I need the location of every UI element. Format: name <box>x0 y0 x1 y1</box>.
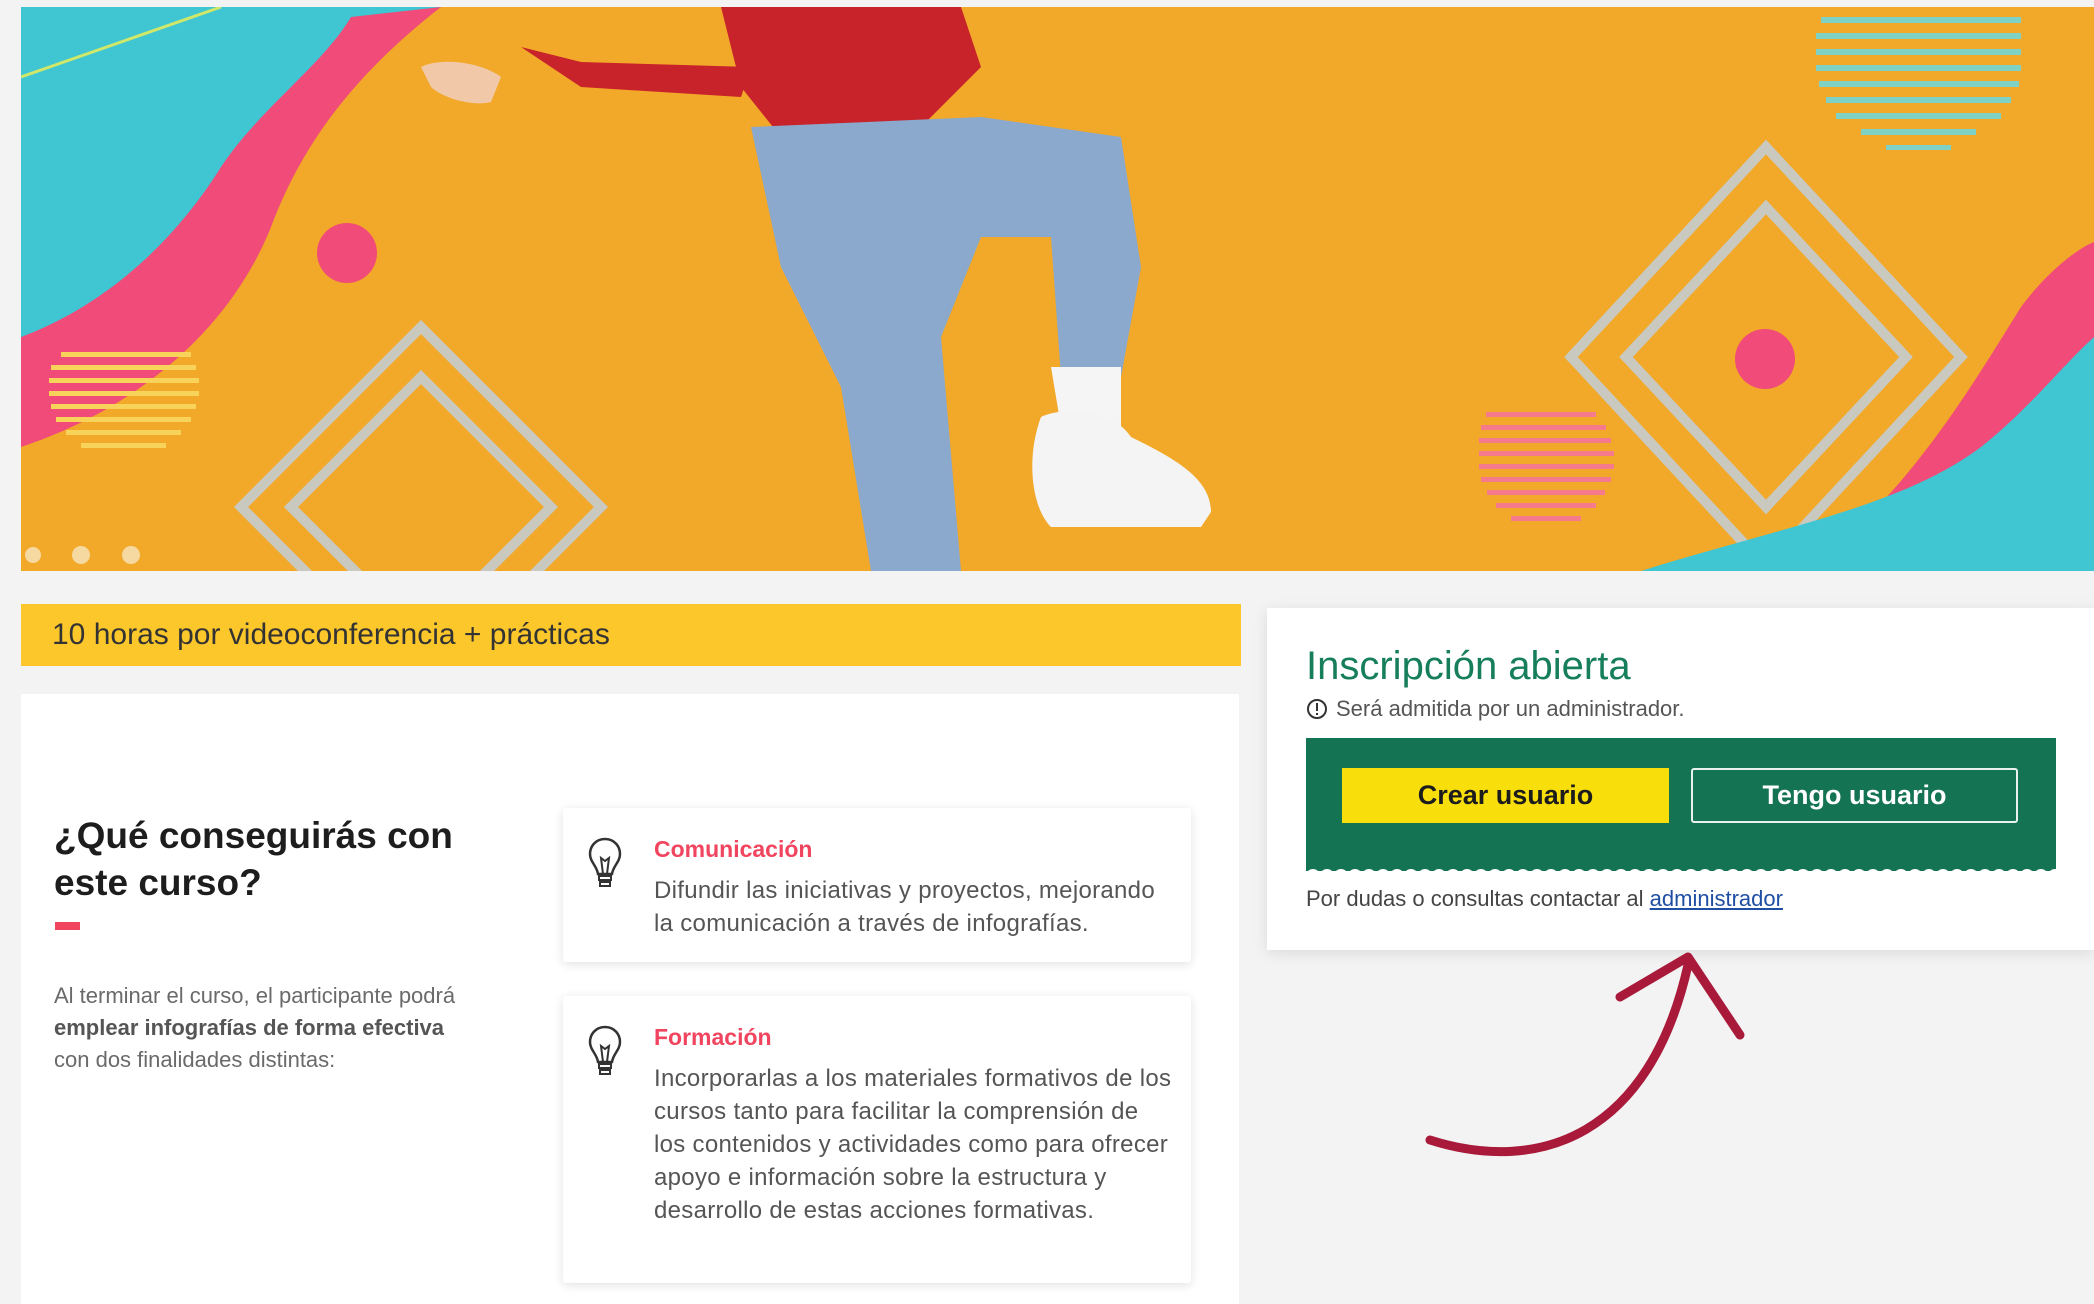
enrollment-actions-panel: Crear usuario Tengo usuario <box>1306 738 2056 878</box>
enrollment-note-text: Será admitida por un administrador. <box>1336 696 1685 721</box>
benefit-card-formacion: Formación Incorporarlas a los materiales… <box>563 996 1191 1283</box>
course-duration-text: 10 horas por videoconferencia + práctica… <box>52 618 610 651</box>
enrollment-card: Inscripción abierta Será admitida por un… <box>1267 608 2094 950</box>
benefit-text: Difundir las iniciativas y proyectos, me… <box>654 877 1155 937</box>
hero-banner-image <box>21 7 2094 571</box>
lightbulb-icon <box>588 1025 622 1075</box>
benefit-title: Formación <box>654 1024 772 1050</box>
info-icon <box>1307 699 1327 719</box>
hero-banner <box>21 7 2094 571</box>
create-user-button[interactable]: Crear usuario <box>1342 768 1669 823</box>
title-accent-bar <box>55 922 80 930</box>
desc-text-bold: emplear infografías de forma efectiva <box>54 1015 445 1040</box>
desc-text-2: con dos finalidades distintas: <box>54 1047 336 1072</box>
section-description: Al terminar el curso, el participante po… <box>54 980 484 1076</box>
contact-text: Por dudas o consultas contactar al <box>1306 886 1650 911</box>
course-duration-bar: 10 horas por videoconferencia + práctica… <box>21 604 1241 666</box>
enrollment-note: Será admitida por un administrador. <box>1306 696 1685 722</box>
annotation-arrow <box>1425 952 1745 1157</box>
benefit-title: Comunicación <box>654 836 813 862</box>
enrollment-title: Inscripción abierta <box>1306 644 1631 688</box>
benefit-card-comunicacion: Comunicación Difundir las iniciativas y … <box>563 808 1191 962</box>
lightbulb-icon <box>588 837 622 887</box>
contact-line: Por dudas o consultas contactar al admin… <box>1306 886 1783 912</box>
desc-text-1: Al terminar el curso, el participante po… <box>54 983 456 1008</box>
section-title: ¿Qué conseguirás con este curso? <box>54 815 453 903</box>
admin-contact-link[interactable]: administrador <box>1650 886 1783 911</box>
benefit-text: Incorporarlas a los materiales formativo… <box>654 1065 1172 1224</box>
wave-edge-decoration <box>1306 869 2056 878</box>
have-user-button[interactable]: Tengo usuario <box>1691 768 2018 823</box>
